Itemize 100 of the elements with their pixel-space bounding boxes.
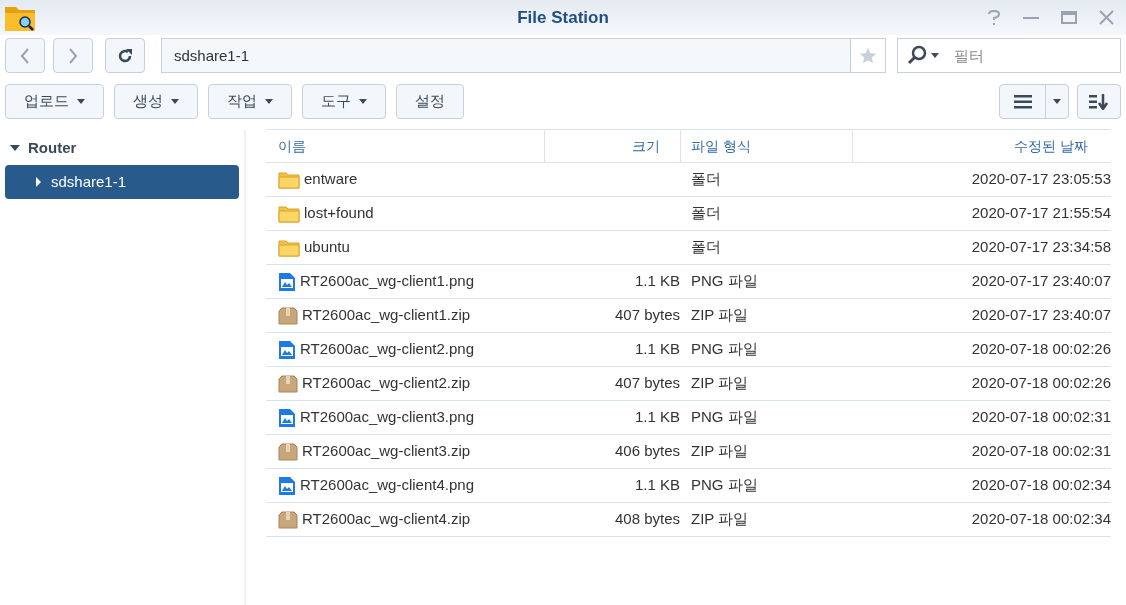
- caret-icon: [77, 99, 85, 104]
- column-header[interactable]: 이름: [266, 130, 545, 162]
- view-mode-button[interactable]: [999, 84, 1069, 119]
- modified-date: 2020-07-17 23:40:07: [971, 305, 1111, 326]
- file-type: ZIP 파일: [691, 373, 749, 394]
- toolbar-button[interactable]: 설정: [396, 84, 464, 119]
- folder-icon: [278, 170, 300, 189]
- toolbar-button[interactable]: 생성: [114, 84, 198, 119]
- caret-icon: [359, 99, 367, 104]
- file-name: entware: [304, 169, 358, 190]
- toolbar-button[interactable]: 도구: [302, 84, 386, 119]
- file-name: RT2600ac_wg-client1.zip: [302, 305, 471, 326]
- modified-date: 2020-07-18 00:02:31: [971, 407, 1111, 428]
- maximize-icon[interactable]: [1061, 11, 1077, 24]
- file-size: 408 bytes: [614, 509, 680, 530]
- star-icon[interactable]: [859, 46, 877, 65]
- file-row[interactable]: RT2600ac_wg-client3.png 1.1 KB PNG 파일 2020-07-18 00:02:31: [266, 401, 1111, 435]
- back-icon: [20, 47, 30, 64]
- tree-item[interactable]: sdshare1-1: [5, 165, 239, 199]
- file-row[interactable]: ubuntu 폴더 2020-07-17 23:34:58: [266, 231, 1111, 265]
- caret-icon: [265, 99, 273, 104]
- modified-date: 2020-07-18 00:02:26: [971, 373, 1111, 394]
- file-type: 폴더: [691, 169, 721, 190]
- modified-date: 2020-07-18 00:02:34: [971, 475, 1111, 496]
- file-size: 1.1 KB: [634, 339, 680, 360]
- folder-icon: [278, 204, 300, 223]
- image-file-icon: [278, 407, 296, 428]
- column-header[interactable]: 파일 형식: [681, 130, 853, 162]
- window-title: File Station: [517, 6, 609, 29]
- modified-date: 2020-07-17 23:05:53: [971, 169, 1111, 190]
- close-icon[interactable]: [1099, 10, 1114, 25]
- file-size: 407 bytes: [614, 373, 680, 394]
- help-icon[interactable]: [987, 9, 1001, 26]
- filter-field[interactable]: 필터: [897, 38, 1121, 73]
- package-icon: [278, 374, 298, 393]
- folder-icon: [278, 238, 300, 257]
- file-name: RT2600ac_wg-client3.zip: [302, 441, 471, 462]
- file-name: RT2600ac_wg-client1.png: [300, 271, 474, 292]
- caret-icon: [171, 99, 179, 104]
- path-field[interactable]: sdshare1-1: [161, 38, 850, 73]
- file-size: 1.1 KB: [634, 475, 680, 496]
- file-type: ZIP 파일: [691, 441, 749, 462]
- back-button[interactable]: [5, 38, 45, 73]
- modified-date: 2020-07-18 00:02:31: [971, 441, 1111, 462]
- file-row[interactable]: RT2600ac_wg-client4.zip 408 bytes ZIP 파일 2020-07-18 00:02:34: [266, 503, 1111, 537]
- package-icon: [278, 510, 298, 529]
- image-file-icon: [278, 475, 296, 496]
- modified-date: 2020-07-18 00:02:26: [971, 339, 1111, 360]
- file-name: lost+found: [304, 203, 374, 224]
- file-type: 폴더: [691, 203, 721, 224]
- expanded-arrow-icon[interactable]: [10, 143, 20, 153]
- package-icon: [278, 442, 298, 461]
- file-row[interactable]: RT2600ac_wg-client3.zip 406 bytes ZIP 파일 2020-07-18 00:02:31: [266, 435, 1111, 469]
- image-file-icon: [278, 271, 296, 292]
- file-row[interactable]: RT2600ac_wg-client1.png 1.1 KB PNG 파일 2020-07-17 23:40:07: [266, 265, 1111, 299]
- image-file-icon: [278, 339, 296, 360]
- file-name: RT2600ac_wg-client3.png: [300, 407, 474, 428]
- caret-icon: [931, 52, 939, 58]
- tree-item[interactable]: Router: [0, 131, 244, 165]
- file-type: ZIP 파일: [691, 509, 749, 530]
- sort-icon: [1089, 93, 1109, 110]
- list-view-icon: [1013, 94, 1032, 109]
- file-size: 407 bytes: [614, 305, 680, 326]
- file-row[interactable]: RT2600ac_wg-client2.png 1.1 KB PNG 파일 2020-07-18 00:02:26: [266, 333, 1111, 367]
- file-type: ZIP 파일: [691, 305, 749, 326]
- forward-button[interactable]: [53, 38, 93, 73]
- file-name: ubuntu: [304, 237, 350, 258]
- file-name: RT2600ac_wg-client4.png: [300, 475, 474, 496]
- modified-date: 2020-07-17 23:34:58: [971, 237, 1111, 258]
- caret-icon: [1053, 99, 1061, 104]
- file-row[interactable]: RT2600ac_wg-client4.png 1.1 KB PNG 파일 2020-07-18 00:02:34: [266, 469, 1111, 503]
- refresh-icon: [117, 47, 133, 64]
- file-name: RT2600ac_wg-client2.zip: [302, 373, 471, 394]
- file-row[interactable]: RT2600ac_wg-client2.zip 407 bytes ZIP 파일 2020-07-18 00:02:26: [266, 367, 1111, 401]
- column-header[interactable]: 크기: [545, 130, 681, 162]
- file-type: PNG 파일: [691, 407, 758, 428]
- modified-date: 2020-07-17 23:40:07: [971, 271, 1111, 292]
- file-size: 1.1 KB: [634, 271, 680, 292]
- file-size: 406 bytes: [614, 441, 680, 462]
- refresh-button[interactable]: [105, 38, 145, 73]
- search-icon[interactable]: [907, 45, 927, 65]
- collapsed-arrow-icon[interactable]: [33, 177, 43, 187]
- file-row[interactable]: lost+found 폴더 2020-07-17 21:55:54: [266, 197, 1111, 231]
- forward-icon: [68, 47, 78, 64]
- file-type: 폴더: [691, 237, 721, 258]
- sort-button[interactable]: [1077, 84, 1121, 119]
- toolbar-button[interactable]: 업로드: [5, 84, 104, 119]
- file-row[interactable]: RT2600ac_wg-client1.zip 407 bytes ZIP 파일 2020-07-17 23:40:07: [266, 299, 1111, 333]
- toolbar-button[interactable]: 작업: [208, 84, 292, 119]
- minimize-icon[interactable]: [1023, 16, 1039, 19]
- file-name: RT2600ac_wg-client2.png: [300, 339, 474, 360]
- file-name: RT2600ac_wg-client4.zip: [302, 509, 471, 530]
- column-header[interactable]: 수정된 날짜: [853, 130, 1111, 162]
- file-row[interactable]: entware 폴더 2020-07-17 23:05:53: [266, 163, 1111, 197]
- file-type: PNG 파일: [691, 475, 758, 496]
- file-type: PNG 파일: [691, 271, 758, 292]
- file-size: 1.1 KB: [634, 407, 680, 428]
- file-type: PNG 파일: [691, 339, 758, 360]
- modified-date: 2020-07-17 21:55:54: [971, 203, 1111, 224]
- modified-date: 2020-07-18 00:02:34: [971, 509, 1111, 530]
